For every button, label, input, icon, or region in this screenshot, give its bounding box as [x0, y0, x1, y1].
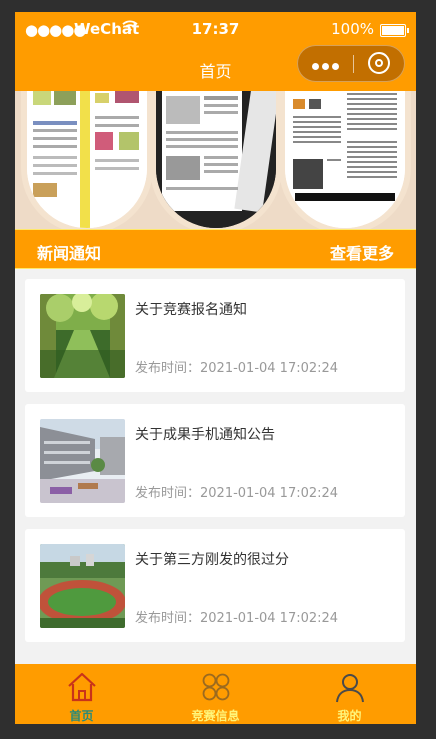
news-section-title: 新闻通知: [37, 244, 102, 263]
battery-percent: 100%: [331, 20, 374, 38]
tab-home-label: 首页: [69, 709, 94, 723]
sports-field-photo: [40, 544, 125, 628]
capsule-divider: [353, 55, 354, 73]
tab-mine[interactable]: 我的: [283, 664, 416, 724]
close-miniprogram-icon[interactable]: [368, 52, 390, 74]
news-title: 关于竞赛报名通知: [135, 302, 247, 318]
top-bar: ●●●●● WeChat 17:37 100% 首页: [15, 12, 416, 91]
tab-home[interactable]: 首页: [15, 664, 148, 724]
bottom-tab-bar: 首页 竞赛信息 我的: [15, 664, 416, 724]
news-time: 发布时间：2021-01-04 17:02:24: [135, 611, 339, 626]
campus-building-photo: [40, 419, 125, 503]
view-more-link[interactable]: 查看更多: [330, 240, 394, 264]
news-section-header: 新闻通知 查看更多: [15, 229, 416, 269]
more-options-icon[interactable]: [312, 55, 344, 71]
news-item[interactable]: 关于第三方刚发的很过分 发布时间：2021-01-04 17:02:24: [25, 529, 405, 642]
status-bar: ●●●●● WeChat 17:37 100%: [15, 18, 416, 40]
news-item[interactable]: 关于成果手机通知公告 发布时间：2021-01-04 17:02:24: [25, 404, 405, 517]
phone-screen: ●●●●● WeChat 17:37 100% 首页 新闻通知 查看更多 关于竞…: [15, 12, 416, 724]
news-time: 发布时间：2021-01-04 17:02:24: [135, 486, 339, 501]
battery-icon: [380, 24, 409, 37]
tab-mine-label: 我的: [337, 709, 362, 723]
tab-competition[interactable]: 竞赛信息: [149, 664, 282, 724]
grid-icon: [202, 673, 230, 701]
banner-slide-1[interactable]: [27, 91, 147, 228]
home-icon: [68, 672, 96, 702]
banner-carousel[interactable]: [15, 91, 416, 229]
banner-slide-2[interactable]: [156, 91, 276, 228]
user-icon: [336, 674, 364, 703]
banner-slide-3[interactable]: [285, 91, 405, 228]
news-title: 关于成果手机通知公告: [135, 427, 275, 443]
news-title: 关于第三方刚发的很过分: [135, 552, 289, 568]
news-item[interactable]: 关于竞赛报名通知 发布时间：2021-01-04 17:02:24: [25, 279, 405, 392]
news-time: 发布时间：2021-01-04 17:02:24: [135, 361, 339, 376]
tree-road-photo: [40, 294, 125, 378]
tab-competition-label: 竞赛信息: [191, 709, 240, 723]
miniprogram-capsule: [297, 45, 405, 82]
